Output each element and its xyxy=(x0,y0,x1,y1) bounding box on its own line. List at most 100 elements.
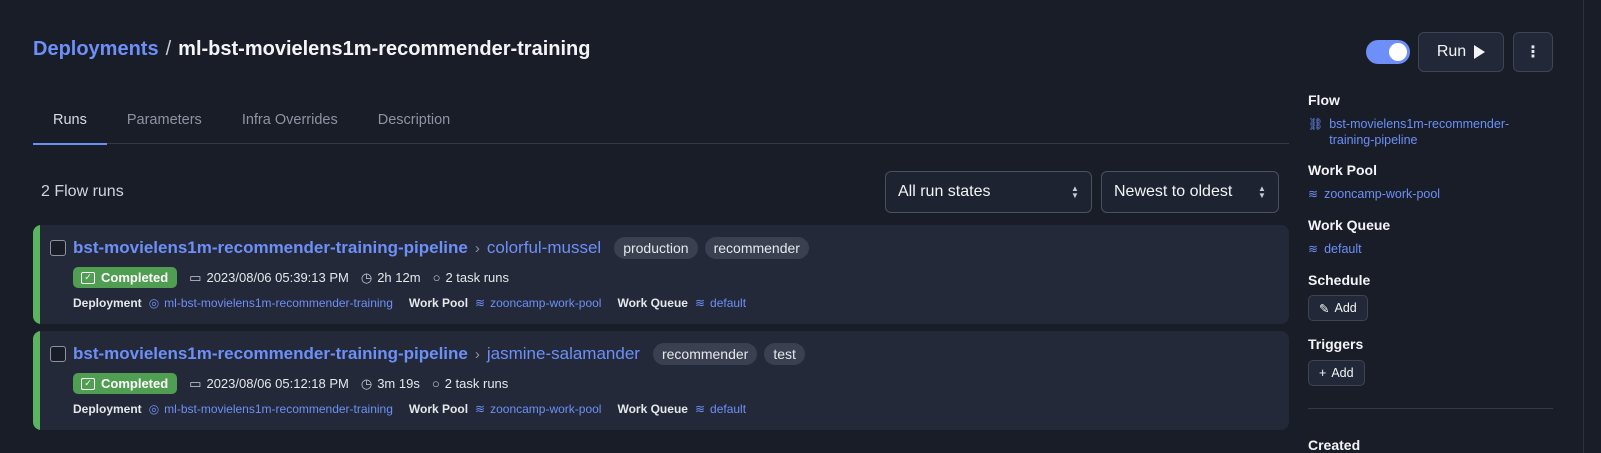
run-select-checkbox[interactable] xyxy=(50,346,66,362)
scroll-edge xyxy=(1583,0,1584,453)
work-queue-label: Work Queue xyxy=(617,296,688,310)
calendar-icon: ▭ xyxy=(189,269,202,285)
breadcrumb: Deployments / ml-bst-movielens1m-recomme… xyxy=(33,38,590,61)
status-badge: ✓ Completed xyxy=(73,267,178,288)
start-time-value: 2023/08/06 05:39:13 PM xyxy=(206,270,349,285)
toggle-knob xyxy=(1389,43,1407,61)
chevron-right-icon: › xyxy=(474,239,480,257)
deployment-active-toggle[interactable] xyxy=(1366,40,1410,64)
flow-icon: ⛓ xyxy=(1308,117,1324,131)
work-pool-link[interactable]: ≋ zooncamp-work-pool xyxy=(1308,186,1440,202)
deployment-label: Deployment xyxy=(73,402,142,416)
run-button[interactable]: Run xyxy=(1418,32,1504,72)
flow-name-link[interactable]: bst-movielens1m-recommender-training-pip… xyxy=(73,344,468,364)
run-state-select[interactable]: All run states ▲ ▼ xyxy=(885,171,1092,213)
work-pool-heading: Work Pool xyxy=(1308,162,1377,178)
more-vertical-icon: ⋮ xyxy=(1525,44,1541,61)
database-icon: ≋ xyxy=(694,402,706,416)
breadcrumb-separator: / xyxy=(165,38,172,60)
plus-icon: + xyxy=(1319,366,1327,380)
play-icon xyxy=(1474,45,1486,59)
duration-value: 2h 12m xyxy=(377,270,421,285)
sidebar-divider xyxy=(1308,408,1553,409)
flow-link-text: bst-movielens1m-recommender- training-pi… xyxy=(1329,116,1509,148)
flow-heading: Flow xyxy=(1308,92,1340,108)
location-pin-icon: ◎ xyxy=(148,402,160,416)
run-title-row: bst-movielens1m-recommender-training-pip… xyxy=(73,343,805,365)
tag: production xyxy=(614,237,698,259)
tab-bar: Runs Parameters Infra Overrides Descript… xyxy=(33,96,1289,145)
flow-link-line2: training-pipeline xyxy=(1329,133,1418,147)
clock-icon: ◷ xyxy=(360,269,373,285)
task-run-icon: ○ xyxy=(431,376,440,391)
run-button-label: Run xyxy=(1436,43,1467,60)
deployment-label: Deployment xyxy=(73,296,142,310)
calendar-icon: ▭ xyxy=(189,375,202,391)
work-queue-link[interactable]: ≋ default xyxy=(1308,241,1362,257)
triggers-heading: Triggers xyxy=(1308,336,1364,352)
chevron-right-icon: › xyxy=(474,345,480,363)
deployment-link[interactable]: ml-bst-movielens1m-recommender-training xyxy=(164,296,393,310)
tag: test xyxy=(764,343,805,365)
database-icon: ≋ xyxy=(1308,187,1319,201)
status-badge: ✓ Completed xyxy=(73,373,178,394)
work-pool-link-text: zooncamp-work-pool xyxy=(1324,187,1441,201)
status-label: Completed xyxy=(101,376,169,391)
flow-link[interactable]: ⛓ bst-movielens1m-recommender- training-… xyxy=(1308,116,1509,148)
add-schedule-label: Add xyxy=(1334,301,1357,315)
select-caret-icon: ▲ ▼ xyxy=(1258,184,1266,200)
start-time-value: 2023/08/06 05:12:18 PM xyxy=(206,376,349,391)
status-indicator xyxy=(33,225,40,324)
work-queue-link-text: default xyxy=(1324,242,1362,256)
run-title-row: bst-movielens1m-recommender-training-pip… xyxy=(73,237,809,259)
breadcrumb-deployments-link[interactable]: Deployments xyxy=(33,38,159,61)
database-icon: ≋ xyxy=(694,296,706,310)
work-pool-link[interactable]: zooncamp-work-pool xyxy=(490,296,601,310)
tab-description[interactable]: Description xyxy=(358,96,471,144)
flow-name-link[interactable]: bst-movielens1m-recommender-training-pip… xyxy=(73,238,468,258)
start-time: ▭ 2023/08/06 05:39:13 PM xyxy=(189,270,349,286)
run-details-row: Deployment ◎ ml-bst-movielens1m-recommen… xyxy=(73,296,762,310)
database-icon: ≋ xyxy=(475,296,486,310)
add-trigger-button[interactable]: + Add xyxy=(1308,360,1365,386)
status-label: Completed xyxy=(101,270,169,285)
tab-infra-overrides[interactable]: Infra Overrides xyxy=(222,96,358,144)
run-meta-row: ✓ Completed ▭ 2023/08/06 05:39:13 PM ◷ 2… xyxy=(73,267,509,288)
task-runs: ○ 2 task runs xyxy=(432,376,508,391)
check-icon: ✓ xyxy=(81,271,95,284)
database-icon: ≋ xyxy=(475,402,486,416)
work-queue-heading: Work Queue xyxy=(1308,217,1391,233)
run-name-link[interactable]: jasmine-salamander xyxy=(487,344,640,364)
more-options-button[interactable]: ⋮ xyxy=(1513,32,1553,72)
duration: ◷ 3m 19s xyxy=(361,376,420,392)
flow-run-card: bst-movielens1m-recommender-training-pip… xyxy=(33,331,1289,430)
check-icon: ✓ xyxy=(81,377,95,390)
run-select-checkbox[interactable] xyxy=(50,240,66,256)
run-name-link[interactable]: colorful-mussel xyxy=(487,238,601,258)
tab-runs[interactable]: Runs xyxy=(33,96,107,145)
work-queue-link[interactable]: default xyxy=(710,402,746,416)
task-run-icon: ○ xyxy=(432,270,441,285)
sort-select[interactable]: Newest to oldest ▲ ▼ xyxy=(1101,171,1279,213)
flow-link-line1: bst-movielens1m-recommender- xyxy=(1329,117,1510,131)
start-time: ▭ 2023/08/06 05:12:18 PM xyxy=(189,376,349,392)
task-runs: ○ 2 task runs xyxy=(433,270,509,285)
add-schedule-button[interactable]: ✎ Add xyxy=(1308,295,1368,321)
duration-value: 3m 19s xyxy=(377,376,420,391)
work-queue-link[interactable]: default xyxy=(710,296,746,310)
select-caret-icon: ▲ ▼ xyxy=(1071,184,1079,200)
tag: recommender xyxy=(652,343,758,365)
task-runs-value: 2 task runs xyxy=(445,270,510,285)
database-icon: ≋ xyxy=(1308,242,1319,256)
run-meta-row: ✓ Completed ▭ 2023/08/06 05:12:18 PM ◷ 3… xyxy=(73,373,508,394)
work-pool-link[interactable]: zooncamp-work-pool xyxy=(490,402,601,416)
tab-parameters[interactable]: Parameters xyxy=(107,96,222,144)
created-heading: Created xyxy=(1308,437,1361,453)
work-queue-label: Work Queue xyxy=(617,402,688,416)
duration: ◷ 2h 12m xyxy=(361,270,421,286)
add-trigger-label: Add xyxy=(1331,366,1354,380)
schedule-heading: Schedule xyxy=(1308,272,1371,288)
run-details-row: Deployment ◎ ml-bst-movielens1m-recommen… xyxy=(73,402,762,416)
run-state-value: All run states xyxy=(898,183,991,200)
deployment-link[interactable]: ml-bst-movielens1m-recommender-training xyxy=(164,402,393,416)
